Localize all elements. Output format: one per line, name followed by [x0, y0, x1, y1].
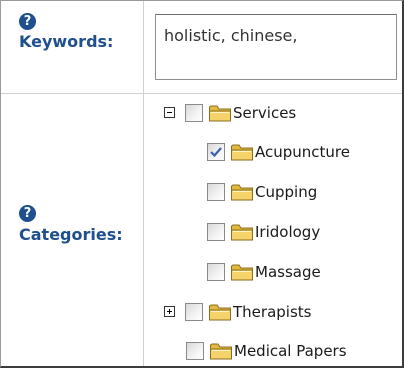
- category-checkbox[interactable]: [207, 223, 225, 241]
- folder-icon: [231, 264, 253, 281]
- keywords-help-icon[interactable]: ?: [19, 13, 36, 30]
- folder-icon: [231, 184, 253, 201]
- tree-node-cupping: Cupping: [1, 180, 401, 204]
- collapse-icon[interactable]: [164, 107, 175, 118]
- category-label[interactable]: Services: [233, 103, 296, 123]
- tree-node-therapists: Therapists: [1, 300, 401, 324]
- folder-icon: [231, 224, 253, 241]
- form-panel: ? Keywords: ? Categories: ServicesAcupun…: [0, 0, 404, 368]
- category-label[interactable]: Massage: [255, 262, 321, 282]
- folder-icon: [210, 343, 232, 360]
- tree-node-services: Services: [1, 101, 401, 125]
- tree-node-massage: Massage: [1, 260, 401, 284]
- tree-node-acupuncture: Acupuncture: [1, 140, 401, 164]
- tree-node-iridology: Iridology: [1, 220, 401, 244]
- category-checkbox[interactable]: [207, 143, 225, 161]
- folder-icon: [209, 105, 231, 122]
- category-checkbox[interactable]: [186, 342, 204, 360]
- row-divider: [1, 93, 402, 94]
- keywords-label: Keywords:: [19, 32, 114, 51]
- category-checkbox[interactable]: [207, 183, 225, 201]
- category-label[interactable]: Acupuncture: [255, 142, 350, 162]
- tree-node-medical-papers: Medical Papers: [1, 339, 401, 363]
- folder-icon: [209, 304, 231, 321]
- category-checkbox[interactable]: [185, 303, 203, 321]
- expand-icon[interactable]: [164, 306, 175, 317]
- category-label[interactable]: Iridology: [255, 222, 320, 242]
- category-label[interactable]: Therapists: [233, 302, 311, 322]
- checkmark-icon: [210, 147, 222, 158]
- category-checkbox[interactable]: [207, 263, 225, 281]
- category-checkbox[interactable]: [185, 104, 203, 122]
- category-label[interactable]: Medical Papers: [234, 341, 347, 361]
- keywords-input[interactable]: [155, 14, 397, 80]
- folder-icon: [231, 144, 253, 161]
- category-label[interactable]: Cupping: [255, 182, 317, 202]
